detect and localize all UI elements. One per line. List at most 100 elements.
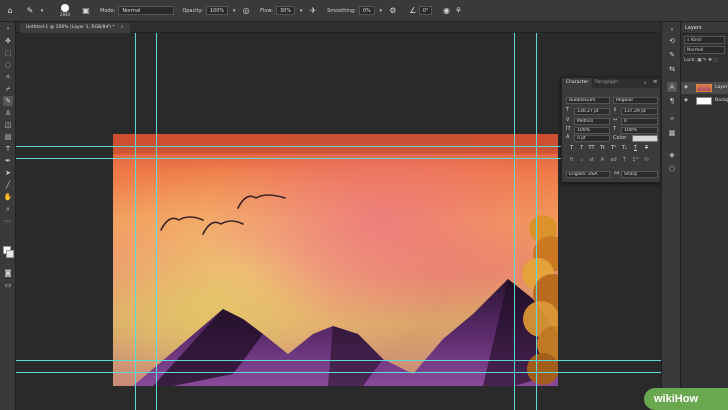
horizontal-guide[interactable] [16,360,661,361]
document-tab[interactable]: Untitled-1 @ 100% (Layer 1, RGB/8#) * × [20,23,130,33]
airbrush-icon[interactable]: ✈ [307,5,319,17]
quick-mask-icon[interactable]: ◙ [3,268,13,278]
layer-row[interactable]: ◉ Layer 1 [681,82,728,94]
opentype-fi-icon[interactable]: fi [568,157,575,164]
tab-paragraph[interactable]: Paragraph [591,78,622,88]
font-family-select[interactable]: BubbleGum [566,97,610,104]
baseline-shift-field[interactable]: 0 pt [574,135,610,142]
layer-thumbnail [696,97,712,105]
subscript-icon[interactable]: T₁ [621,145,628,152]
chevron-down-icon[interactable]: ▾ [36,5,48,17]
vertical-guide[interactable] [514,33,515,410]
faux-italic-icon[interactable]: T [578,145,585,152]
kerning-select[interactable]: Metrics [574,118,610,125]
lasso-tool-icon[interactable]: ◌ [3,60,13,70]
flow-field[interactable]: 30% [276,6,296,15]
layer-row[interactable]: ◉ Background [681,95,728,107]
panel-icon-strip: « ⟲ ✎ ⇆ A ¶ ✧ ▦ ◈ ⬡ [661,22,681,410]
adjustments-icon[interactable]: ⇆ [667,64,677,74]
clone-stamp-tool-icon[interactable]: ♙ [3,108,13,118]
tab-character[interactable]: Character [562,78,593,88]
text-color-swatch[interactable] [632,135,658,142]
brush-settings-icon[interactable]: ✎ [667,50,677,60]
screen-mode-icon[interactable]: ▭ [3,280,13,290]
hand-tool-icon[interactable]: ✋ [3,192,13,202]
swatches-icon[interactable]: ▦ [667,128,677,138]
layers-panel-title[interactable]: Layers [681,22,728,34]
smoothing-settings-icon[interactable]: ⚙ [387,5,399,17]
more-tools-icon[interactable]: ⋯ [3,216,13,226]
opentype-swash-icon[interactable]: ℴ [578,157,585,164]
symmetry-icon[interactable]: ⚘ [452,5,464,17]
close-icon[interactable]: × [120,25,124,30]
brush-settings-icon[interactable]: ▣ [80,5,92,17]
libraries-icon[interactable]: ⬡ [667,164,677,174]
opentype-st-icon[interactable]: st [588,157,595,164]
vertical-guide[interactable] [536,33,537,410]
opentype-ad-icon[interactable]: ad [610,157,617,164]
marquee-tool-icon[interactable]: ⬚ [3,48,13,58]
visibility-eye-icon[interactable]: ◉ [684,82,690,94]
vertical-scale-field[interactable]: 100% [574,127,610,134]
line-tool-icon[interactable]: ╱ [3,180,13,190]
horizontal-guide[interactable] [16,372,661,373]
font-size-field[interactable]: 130.27 pt [574,108,610,115]
collapse-icon[interactable]: » [3,24,13,34]
vertical-guide[interactable] [135,33,136,410]
underline-icon[interactable]: T [632,145,639,152]
home-icon[interactable]: ⌂ [4,5,16,17]
blend-mode-select[interactable]: Normal [684,46,725,54]
brush-tool-preset-icon[interactable]: ✎ [24,5,36,17]
eyedropper-tool-icon[interactable]: ⌿ [3,84,13,94]
chevron-down-icon[interactable]: ▾ [375,5,387,17]
angle-field[interactable]: 0° [418,6,433,15]
filter-kind-select[interactable]: ⌕ Kind [684,36,725,44]
language-select[interactable]: English: USA [566,171,610,178]
background-color-swatch[interactable] [6,250,14,258]
options-bar: ⌂ ✎ ▾ 2840 ▣ Mode: Normal Opacity: 100% … [0,0,728,22]
chevron-down-icon[interactable]: ▾ [228,5,240,17]
opentype-1st-icon[interactable]: 1ˢᵗ [632,157,639,164]
character-icon[interactable]: A [667,82,677,92]
mode-select[interactable]: Normal [118,6,175,15]
lock-pixels-icon[interactable]: ▦ ✎ ✥ ⬚ [697,58,717,63]
brush-size-picker[interactable]: 2840 [56,4,74,17]
opentype-a-icon[interactable]: A [599,157,606,164]
horizontal-scale-field[interactable]: 100% [621,127,658,134]
opacity-field[interactable]: 100% [205,6,229,15]
gradient-tool-icon[interactable]: ▤ [3,132,13,142]
history-icon[interactable]: ⟲ [667,36,677,46]
all-caps-icon[interactable]: TT [588,145,595,152]
magic-wand-tool-icon[interactable]: ✧ [3,72,13,82]
collapse-icon[interactable]: » [644,80,646,85]
pen-tool-icon[interactable]: ✒ [3,156,13,166]
brush-tool-icon[interactable]: ✎ [3,96,13,106]
panel-menu-icon[interactable]: ≡ [653,79,657,85]
strikethrough-icon[interactable]: T [643,145,650,152]
eraser-tool-icon[interactable]: ◫ [3,120,13,130]
move-tool-icon[interactable]: ✥ [3,36,13,46]
antialias-select[interactable]: Sharp [621,171,658,178]
small-caps-icon[interactable]: Tt [599,145,606,152]
vertical-guide[interactable] [156,33,157,410]
faux-bold-icon[interactable]: T [568,145,575,152]
smoothing-field[interactable]: 0% [358,6,375,15]
pressure-size-icon[interactable]: ◉ [440,5,452,17]
font-style-select[interactable]: Regular [613,97,658,104]
brushes-icon[interactable]: ✧ [667,114,677,124]
path-selection-tool-icon[interactable]: ➤ [3,168,13,178]
leading-field[interactable]: 137.29 pt [621,108,658,115]
type-tool-icon[interactable]: T [3,144,13,154]
pressure-opacity-icon[interactable]: ◎ [240,5,252,17]
chevron-down-icon[interactable]: ▾ [295,5,307,17]
zoom-tool-icon[interactable]: ⌕ [3,204,13,214]
painting-canvas[interactable] [113,134,558,386]
opentype-t-icon[interactable]: T [621,157,628,164]
superscript-icon[interactable]: T¹ [610,145,617,152]
opentype-half-icon[interactable]: ½ [643,157,650,164]
properties-icon[interactable]: ◈ [667,150,677,160]
paragraph-icon[interactable]: ¶ [667,96,677,106]
collapse-icon[interactable]: « [667,25,677,35]
visibility-eye-icon[interactable]: ◉ [684,95,690,107]
tracking-field[interactable]: 0 [621,118,658,125]
